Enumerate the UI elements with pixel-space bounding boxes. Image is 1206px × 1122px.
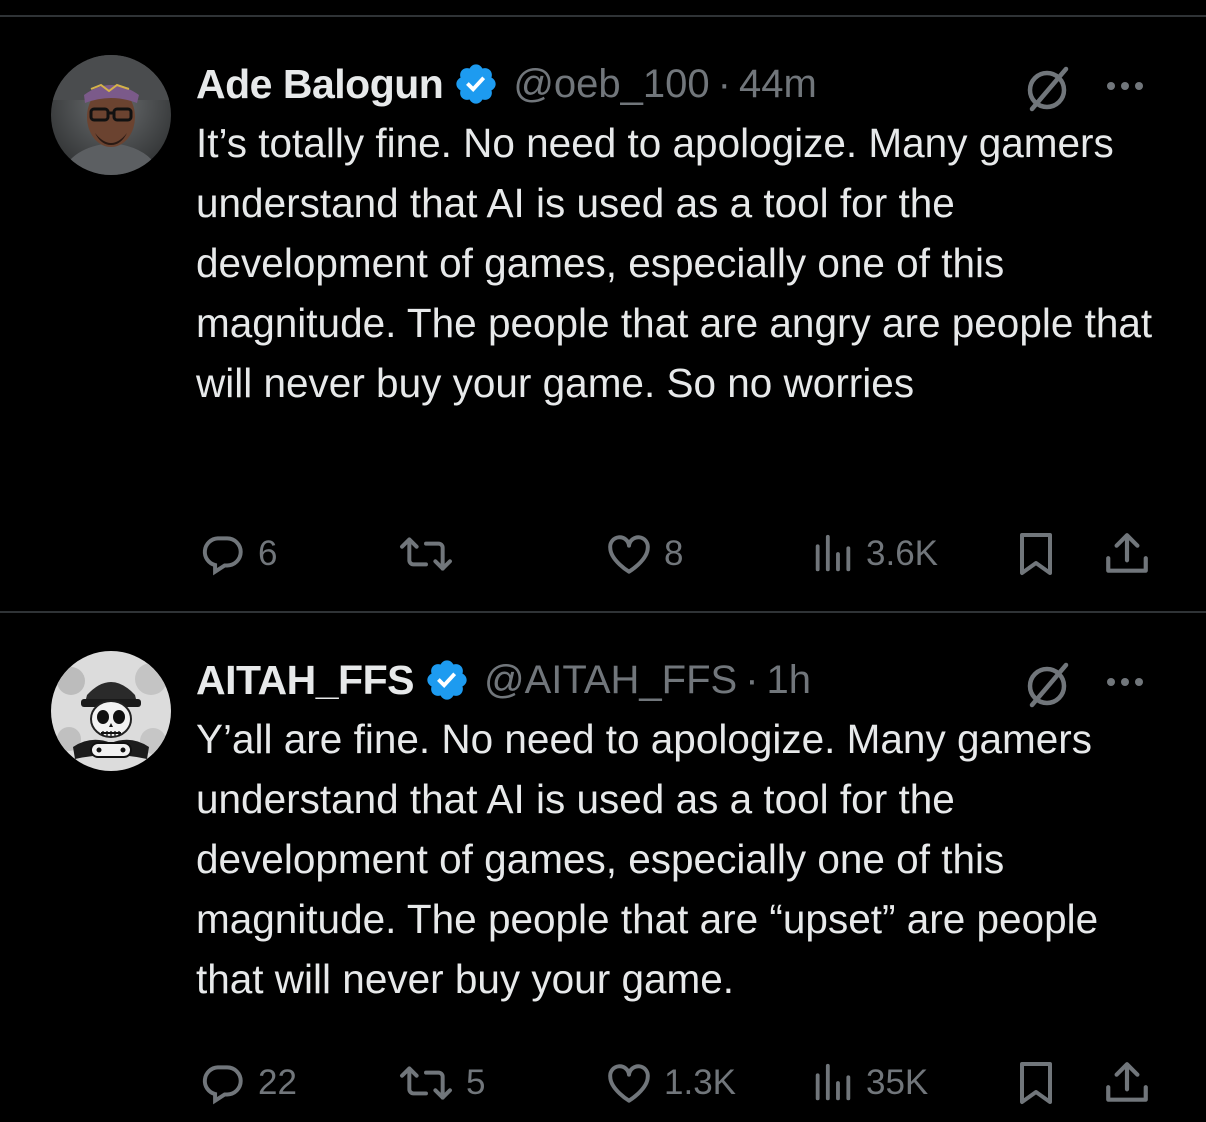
share-button[interactable] [1102, 526, 1152, 582]
reply-icon [202, 1065, 243, 1105]
separator-dot: · [745, 657, 759, 702]
tweet[interactable]: AITAH_FFS @AITAH_FFS · 1h Y’all are fine… [0, 613, 1206, 1122]
like-icon [608, 1064, 650, 1103]
like-count: 1.3K [664, 1063, 736, 1102]
action-bar: 6 8 3.6K [196, 526, 1166, 582]
grok-icon[interactable] [1020, 61, 1074, 115]
reply-button[interactable]: 6 [198, 526, 277, 582]
repost-count: 5 [466, 1063, 486, 1102]
repost-icon [400, 537, 452, 571]
like-count: 8 [664, 534, 684, 573]
avatar[interactable] [51, 55, 171, 175]
timestamp[interactable]: 1h [767, 658, 812, 703]
bookmark-icon [1020, 533, 1052, 575]
like-button[interactable]: 8 [604, 526, 683, 582]
repost-button[interactable] [396, 526, 466, 582]
views-button[interactable]: 35K [810, 1055, 928, 1111]
reply-button[interactable]: 22 [198, 1055, 297, 1111]
handle[interactable]: @oeb_100 [513, 62, 709, 107]
reply-count: 22 [258, 1063, 297, 1102]
share-icon [1106, 533, 1148, 573]
verified-badge-icon [427, 660, 467, 700]
more-options-icon[interactable] [1100, 61, 1150, 111]
view-count: 3.6K [866, 534, 938, 573]
like-button[interactable]: 1.3K [604, 1055, 736, 1111]
bookmark-icon [1020, 1062, 1052, 1104]
repost-button[interactable]: 5 [396, 1055, 485, 1111]
bookmark-button[interactable] [1012, 526, 1060, 582]
reply-icon [202, 536, 243, 576]
separator-dot: · [717, 61, 731, 106]
views-button[interactable]: 3.6K [810, 526, 938, 582]
tweet[interactable]: Ade Balogun @oeb_100 · 44m It’s totally … [0, 17, 1206, 611]
bookmark-button[interactable] [1012, 1055, 1060, 1111]
views-icon [815, 1063, 851, 1101]
repost-icon [400, 1066, 452, 1100]
reply-count: 6 [258, 534, 278, 573]
grok-icon[interactable] [1020, 657, 1074, 711]
view-count: 35K [866, 1063, 929, 1102]
action-bar: 22 5 1.3K 35K [196, 1055, 1166, 1111]
tweet-text: It’s totally fine. No need to apologize.… [196, 120, 1164, 406]
share-icon [1106, 1062, 1148, 1102]
display-name[interactable]: AITAH_FFS [196, 657, 414, 704]
avatar[interactable] [51, 651, 171, 771]
display-name[interactable]: Ade Balogun [196, 61, 444, 108]
verified-badge-icon [456, 64, 496, 104]
more-options-icon[interactable] [1100, 657, 1150, 707]
like-icon [608, 535, 650, 574]
views-icon [815, 534, 851, 572]
tweet-text: Y’all are fine. No need to apologize. Ma… [196, 716, 1110, 1002]
handle[interactable]: @AITAH_FFS [484, 658, 737, 703]
timestamp[interactable]: 44m [739, 62, 817, 107]
share-button[interactable] [1102, 1055, 1152, 1111]
